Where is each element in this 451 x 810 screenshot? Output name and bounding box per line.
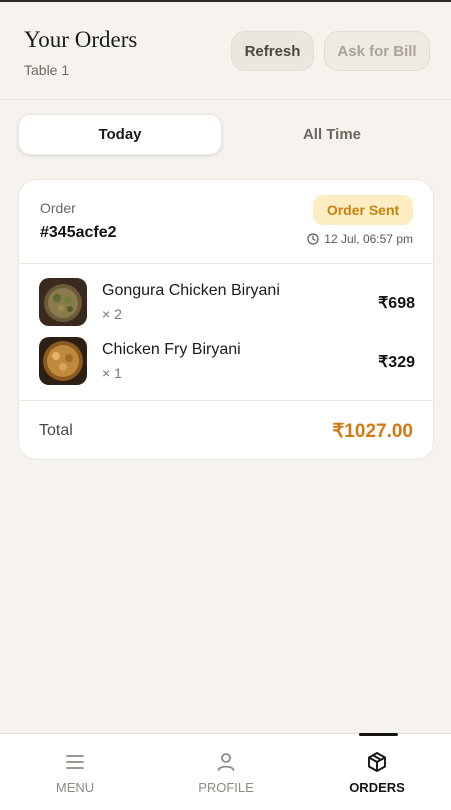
order-item: Gongura Chicken Biryani × 2 ₹698 [39,278,415,328]
nav-label-profile: PROFILE [198,780,254,795]
nav-item-profile[interactable]: PROFILE [151,734,301,810]
active-tab-indicator [359,733,398,736]
item-price: ₹329 [378,354,415,371]
item-name: Gongura Chicken Biryani [102,282,280,299]
order-label: Order [40,200,76,216]
page-title: Your Orders [24,27,138,52]
refresh-button[interactable]: Refresh [231,31,314,71]
user-icon [217,753,235,771]
order-card: Order #345acfe2 Order Sent 12 Jul, 06:57… [18,179,434,460]
order-period-tabs: Today All Time [18,114,434,156]
divider [19,263,433,264]
page-header: Your Orders Table 1 Refresh Ask for Bill [0,2,451,100]
nav-item-menu[interactable]: MENU [0,734,150,810]
order-time-text: 12 Jul, 06:57 pm [324,232,413,246]
box-icon [368,752,386,772]
ask-for-bill-button[interactable]: Ask for Bill [324,31,430,71]
item-quantity: × 1 [102,365,122,381]
clock-icon [307,233,319,245]
nav-label-menu: MENU [55,780,95,795]
order-item: Chicken Fry Biryani × 1 ₹329 [39,337,415,387]
order-id: #345acfe2 [40,224,117,241]
table-label: Table 1 [24,62,70,78]
menu-icon [66,755,84,769]
food-image [39,337,87,385]
item-price: ₹698 [378,295,415,312]
status-badge: Order Sent [313,195,413,225]
item-name: Chicken Fry Biryani [102,341,241,358]
item-quantity: × 2 [102,306,122,322]
nav-label-orders: ORDERS [349,780,405,795]
total-label: Total [39,422,73,439]
bottom-nav: MENU PROFILE ORDERS [0,733,451,810]
nav-item-orders[interactable]: ORDERS [302,734,451,810]
food-image [39,278,87,326]
total-value: ₹1027.00 [332,421,413,442]
divider [19,400,433,401]
tab-all-time[interactable]: All Time [230,114,434,155]
tab-today[interactable]: Today [18,114,222,155]
order-time: 12 Jul, 06:57 pm [307,232,413,246]
